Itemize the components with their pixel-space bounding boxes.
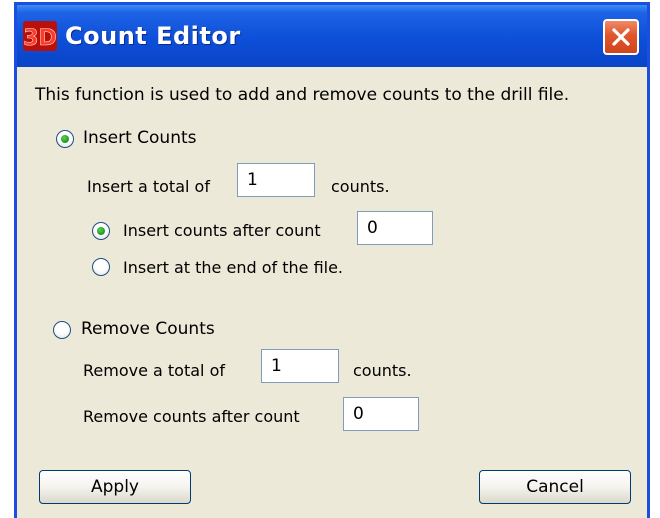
remove-after-count-label: Remove counts after count (83, 407, 300, 426)
svg-text:3D: 3D (23, 26, 57, 51)
insert-after-count-input[interactable]: 0 (357, 211, 433, 245)
insert-total-prefix: Insert a total of (87, 177, 210, 196)
remove-counts-label: Remove Counts (81, 319, 215, 339)
remove-total-input[interactable]: 1 (261, 349, 339, 383)
3d-logo-icon: 3D (23, 21, 57, 51)
remove-after-count-input[interactable]: 0 (343, 397, 419, 431)
insert-at-end-radio[interactable] (92, 258, 110, 276)
insert-counts-label: Insert Counts (83, 128, 197, 148)
title-bar[interactable]: 3D Count Editor (17, 5, 647, 67)
insert-total-suffix: counts. (331, 177, 390, 196)
insert-after-count-radio[interactable] (92, 222, 110, 240)
insert-total-input[interactable]: 1 (237, 163, 315, 197)
remove-counts-radio[interactable] (53, 321, 71, 339)
dialog-title: Count Editor (65, 22, 241, 50)
remove-total-suffix: counts. (353, 361, 412, 380)
apply-button[interactable]: Apply (39, 470, 191, 504)
remove-total-prefix: Remove a total of (83, 361, 225, 380)
close-button[interactable] (603, 19, 639, 55)
close-icon (612, 28, 630, 46)
cancel-button[interactable]: Cancel (479, 470, 631, 504)
insert-at-end-label: Insert at the end of the file. (123, 258, 344, 277)
description-text: This function is used to add and remove … (35, 85, 570, 105)
insert-counts-radio[interactable] (56, 130, 74, 148)
insert-after-count-label: Insert counts after count (123, 221, 321, 240)
count-editor-dialog: 3D Count Editor This function is used to… (14, 2, 650, 518)
dialog-body: This function is used to add and remove … (17, 67, 647, 518)
